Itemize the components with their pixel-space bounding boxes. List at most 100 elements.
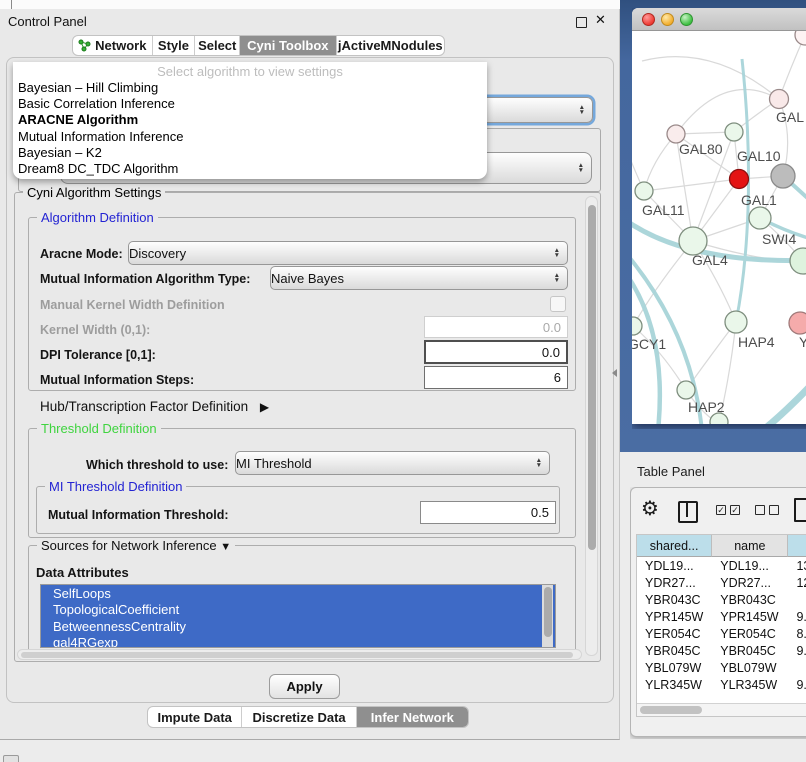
cell: 13 bbox=[788, 559, 806, 573]
settings-vscrollbar[interactable] bbox=[585, 196, 598, 656]
node-label-gal1: GAL1 bbox=[741, 192, 777, 208]
tab-impute-data[interactable]: Impute Data bbox=[148, 707, 242, 727]
control-panel-title: Control Panel bbox=[8, 14, 87, 29]
node-label-hap4: HAP4 bbox=[738, 334, 775, 350]
gear-icon[interactable]: ⚙ bbox=[641, 499, 659, 519]
list-item-gal4rgexp[interactable]: gal4RGexp bbox=[41, 635, 555, 649]
dock-panel-icon[interactable] bbox=[3, 755, 19, 762]
node-label-gal: GAL bbox=[776, 109, 804, 125]
table-header-row: shared... name A bbox=[637, 535, 806, 557]
tab-select[interactable]: Select bbox=[195, 36, 240, 55]
table-row[interactable]: YER054CYER054C8. bbox=[637, 625, 806, 642]
hub-expander[interactable]: Hub/Transcription Factor Definition ▶ bbox=[40, 399, 269, 414]
dpi-tolerance-field[interactable]: 0.0 bbox=[424, 340, 568, 364]
node-gal1-red[interactable] bbox=[730, 170, 749, 189]
minimize-traffic-light-icon[interactable] bbox=[661, 13, 674, 26]
checked-box-icon: ✓ bbox=[716, 505, 726, 515]
data-attributes-list: SelfLoops TopologicalCoefficient Between… bbox=[40, 584, 556, 648]
list-item-betweennesscentrality[interactable]: BetweennessCentrality bbox=[41, 618, 555, 635]
popup-item-basic-correlation[interactable]: Basic Correlation Inference bbox=[13, 96, 487, 112]
settings-hscrollbar-thumb[interactable] bbox=[21, 652, 573, 659]
node-gal11[interactable] bbox=[635, 182, 653, 200]
aracne-mode-combo[interactable]: Discovery ▲▼ bbox=[128, 241, 568, 265]
node-swi4[interactable] bbox=[790, 248, 806, 274]
popup-item-bayesian-k2[interactable]: Bayesian – K2 bbox=[13, 145, 487, 161]
mi-threshold-field[interactable]: 0.5 bbox=[420, 501, 556, 524]
tab-jactivemnodules[interactable]: jActiveMNodules bbox=[337, 36, 444, 55]
mi-type-combo[interactable]: Naive Bayes ▲▼ bbox=[270, 266, 568, 290]
show-columns-icon[interactable]: ✓ ✓ bbox=[716, 505, 740, 515]
table-row[interactable]: YLR345WYLR345W9. bbox=[637, 676, 806, 690]
table-panel-window: ⚙ ✓ ✓ shared... name A YDL19...YDL19...1… bbox=[630, 487, 806, 737]
tab-network[interactable]: Network bbox=[73, 36, 153, 55]
settings-vscrollbar-thumb[interactable] bbox=[588, 205, 597, 550]
popup-item-mutual-information[interactable]: Mutual Information Inference bbox=[13, 129, 487, 145]
combo-arrows-icon: ▲▼ bbox=[578, 163, 584, 173]
popup-item-aracne[interactable]: ARACNE Algorithm bbox=[13, 112, 487, 128]
column-header-name[interactable]: name bbox=[712, 535, 788, 557]
mi-steps-field[interactable]: 6 bbox=[424, 366, 568, 389]
list-item-topologicalcoefficient[interactable]: TopologicalCoefficient bbox=[41, 602, 555, 619]
node-y[interactable] bbox=[789, 312, 806, 334]
network-canvas[interactable]: GAL GAL80 GAL10 GAL11 GAL1 SWI4 GAL4 GCY… bbox=[632, 31, 806, 424]
mi-type-value: Naive Bayes bbox=[271, 271, 344, 286]
table-row[interactable]: YDL19...YDL19...13 bbox=[637, 557, 806, 574]
tab-infer-network[interactable]: Infer Network bbox=[357, 707, 468, 727]
cell: YER054C bbox=[712, 627, 788, 641]
column-view-icon[interactable] bbox=[678, 501, 698, 523]
float-window-icon[interactable] bbox=[576, 17, 587, 28]
column-header-third[interactable]: A bbox=[788, 535, 806, 557]
cyni-settings-legend: Cyni Algorithm Settings bbox=[23, 185, 165, 200]
table-row[interactable]: YBR043CYBR043C bbox=[637, 591, 806, 608]
checked-box-icon: ✓ bbox=[730, 505, 740, 515]
node-top-edge[interactable] bbox=[795, 31, 806, 45]
close-icon[interactable]: ✕ bbox=[595, 12, 606, 28]
tab-cyni-toolbox[interactable]: Cyni Toolbox bbox=[240, 36, 336, 55]
hide-columns-icon[interactable] bbox=[755, 505, 779, 515]
which-threshold-combo[interactable]: MI Threshold ▲▼ bbox=[235, 451, 550, 475]
zoom-traffic-light-icon[interactable] bbox=[680, 13, 693, 26]
settings-hscrollbar[interactable] bbox=[17, 649, 582, 660]
cell: YDR27... bbox=[712, 576, 788, 590]
node-label-gal80: GAL80 bbox=[679, 141, 723, 157]
node-gal10[interactable] bbox=[725, 123, 743, 141]
node-gray[interactable] bbox=[771, 164, 795, 188]
node-label-gal4: GAL4 bbox=[692, 252, 728, 268]
table-row[interactable]: YBR045CYBR045C9. bbox=[637, 642, 806, 659]
popup-item-dream8[interactable]: Dream8 DC_TDC Algorithm bbox=[13, 161, 487, 177]
tab-discretize-data[interactable]: Discretize Data bbox=[242, 707, 356, 727]
node-hap2[interactable] bbox=[677, 381, 695, 399]
apply-button[interactable]: Apply bbox=[269, 674, 340, 699]
cell: YDL19... bbox=[637, 559, 712, 573]
cell: 9. bbox=[788, 610, 806, 624]
table-hscrollbar[interactable] bbox=[637, 703, 806, 716]
list-vscrollbar[interactable] bbox=[542, 585, 553, 647]
node-gal1-green[interactable] bbox=[749, 207, 771, 229]
column-header-shared-name[interactable]: shared... bbox=[637, 535, 712, 557]
mi-steps-label: Mutual Information Steps: bbox=[40, 373, 194, 387]
popup-item-bayesian-hill-climbing[interactable]: Bayesian – Hill Climbing bbox=[13, 80, 487, 96]
table-row[interactable]: YDR27...YDR27...12 bbox=[637, 574, 806, 591]
kernel-width-field: 0.0 bbox=[424, 316, 568, 338]
tab-style[interactable]: Style bbox=[153, 36, 196, 55]
list-item-selfloops[interactable]: SelfLoops bbox=[41, 585, 555, 602]
export-table-icon[interactable] bbox=[794, 498, 806, 522]
close-traffic-light-icon[interactable] bbox=[642, 13, 655, 26]
manual-kernel-label: Manual Kernel Width Definition bbox=[40, 298, 225, 312]
node-gal4[interactable] bbox=[679, 227, 707, 255]
network-window-titlebar[interactable] bbox=[632, 8, 806, 31]
table-row[interactable]: YBL079WYBL079W bbox=[637, 659, 806, 676]
list-vscrollbar-thumb[interactable] bbox=[544, 587, 552, 637]
node-hap4[interactable] bbox=[725, 311, 747, 333]
top-strip-divider bbox=[11, 0, 12, 9]
cell: 9. bbox=[788, 644, 806, 658]
kernel-width-label: Kernel Width (0,1): bbox=[40, 323, 150, 337]
table-hscrollbar-thumb[interactable] bbox=[640, 706, 702, 714]
node-gal-top[interactable] bbox=[770, 90, 789, 109]
sources-legend[interactable]: Sources for Network Inference ▼ bbox=[37, 538, 235, 555]
table-row[interactable]: YPR145WYPR145W9. bbox=[637, 608, 806, 625]
network-graph bbox=[632, 31, 806, 424]
splitter-arrow-icon[interactable] bbox=[612, 369, 617, 377]
dpi-tolerance-label: DPI Tolerance [0,1]: bbox=[40, 348, 156, 362]
popup-placeholder: Select algorithm to view settings bbox=[13, 62, 487, 80]
